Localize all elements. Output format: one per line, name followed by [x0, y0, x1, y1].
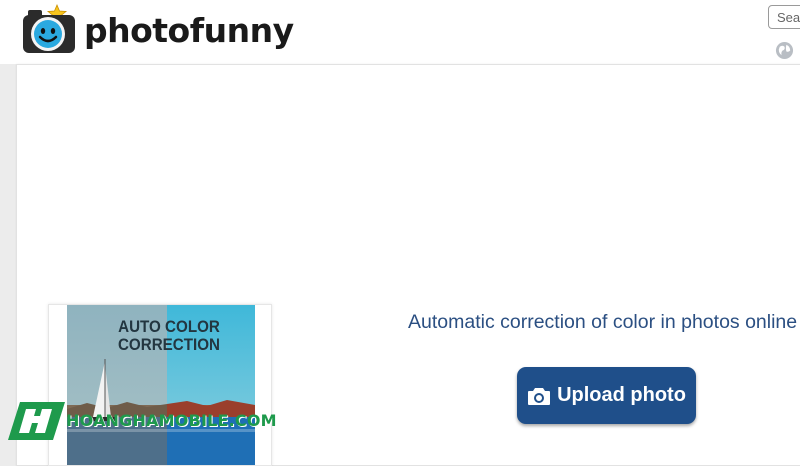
- site-header: photofunny: [0, 0, 800, 64]
- site-logo[interactable]: photofunny: [20, 2, 294, 58]
- search-input[interactable]: [768, 5, 800, 29]
- watermark-logo-icon: [8, 402, 65, 440]
- upload-button-label: Upload photo: [557, 384, 686, 406]
- page-tagline: Automatic correction of color in photos …: [408, 311, 798, 333]
- camera-smiley-icon: [23, 3, 75, 53]
- globe-icon[interactable]: [775, 41, 794, 60]
- watermark: HOANGHAMOBILE.COM: [8, 400, 278, 442]
- watermark-text: HOANGHAMOBILE.COM: [66, 411, 277, 430]
- upload-photo-button[interactable]: Upload photo: [517, 367, 696, 424]
- effect-title: AUTO COLOR CORRECTION: [117, 318, 221, 354]
- brand-name: photofunny: [84, 10, 294, 50]
- camera-icon: [528, 387, 551, 405]
